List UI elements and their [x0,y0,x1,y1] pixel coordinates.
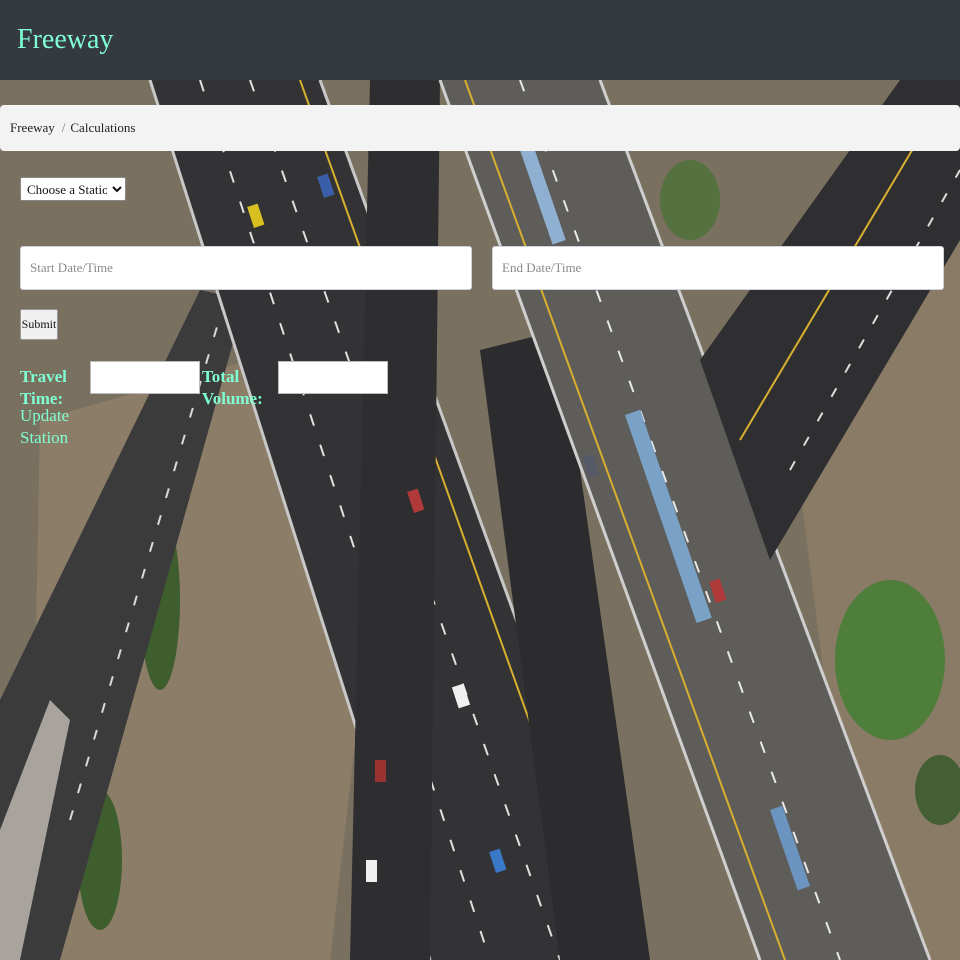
total-volume-field[interactable] [278,361,388,394]
travel-time-field[interactable] [90,361,200,394]
breadcrumb: Freeway / Calculations [0,105,960,151]
start-datetime-input[interactable] [20,246,472,290]
station-select[interactable]: Choose a Station [20,177,126,201]
breadcrumb-separator: / [61,120,66,135]
breadcrumb-current: Calculations [70,120,136,135]
travel-time-label: Travel Time: [20,367,67,408]
total-volume-label: Total Volume: [202,367,263,408]
submit-button[interactable]: Submit [20,309,58,340]
end-datetime-input[interactable] [492,246,944,290]
top-navbar: Freeway [0,0,960,80]
breadcrumb-home-link[interactable]: Freeway [10,120,55,136]
update-station-link[interactable]: Update Station [20,405,69,449]
brand-logo-link[interactable]: Freeway [17,22,113,58]
